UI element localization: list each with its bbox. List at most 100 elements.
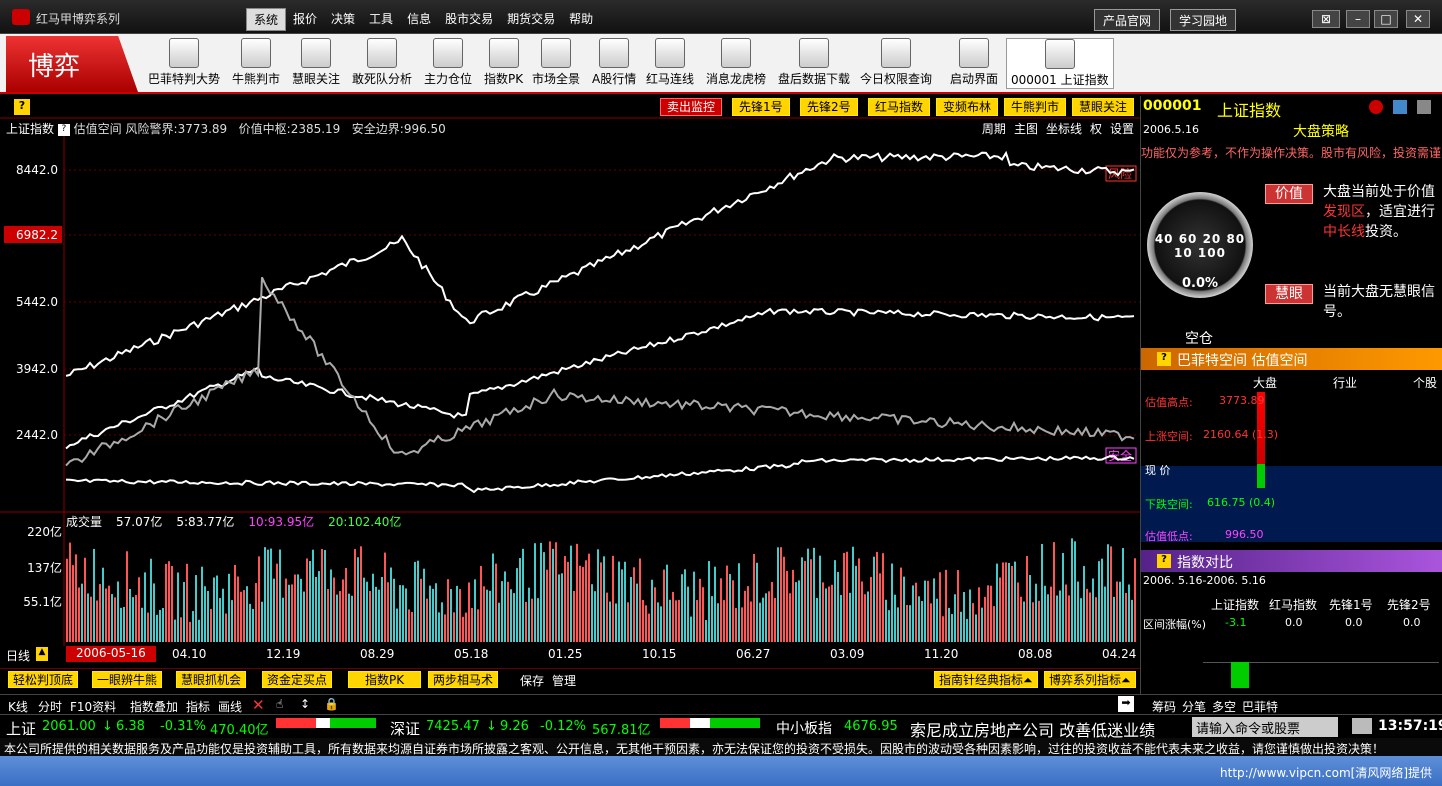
buffett-tab[interactable]: 巴菲特: [1242, 698, 1278, 715]
minimize-icon[interactable]: –: [1346, 10, 1370, 28]
tool-startup[interactable]: 启动界面: [950, 38, 998, 87]
volume-bar: [318, 571, 320, 642]
hand-icon[interactable]: ☝: [276, 697, 283, 711]
axis-menu[interactable]: 坐标线: [1046, 120, 1082, 137]
volume-bar: [510, 589, 512, 642]
menu-decision[interactable]: 决策: [324, 8, 362, 31]
close-icon[interactable]: ✕: [1406, 10, 1430, 28]
longshort-tab[interactable]: 多空: [1212, 698, 1236, 715]
wise-eye-button[interactable]: 慧眼: [1265, 284, 1313, 304]
tool-download[interactable]: 盘后数据下载: [778, 38, 850, 87]
ticks-tab[interactable]: 分笔: [1182, 698, 1206, 715]
volume-bar: [756, 562, 758, 642]
volume-bar: [1053, 542, 1055, 642]
tool-index-pk[interactable]: 指数PK: [484, 38, 523, 87]
tool-news-ranking[interactable]: 消息龙虎榜: [706, 38, 766, 87]
command-input[interactable]: 请输入命令或股票: [1192, 717, 1338, 737]
volume-bar: [942, 616, 944, 642]
volume-bar: [1047, 594, 1049, 642]
volume-bar: [669, 599, 671, 642]
compass-indicators-button[interactable]: 指南针经典指标⏶: [934, 671, 1038, 688]
tool-bullbear[interactable]: 牛熊判市: [232, 38, 280, 87]
volume-bar: [822, 582, 824, 642]
volume-bar: [687, 586, 689, 642]
judge-top-bottom-button[interactable]: 轻松判顶底: [8, 671, 79, 688]
volume-bar: [858, 558, 860, 642]
menu-quote[interactable]: 报价: [286, 8, 324, 31]
bullbear-button[interactable]: 牛熊判市: [1004, 98, 1067, 116]
pioneer1-button[interactable]: 先锋1号: [732, 98, 790, 116]
volume-bar: [657, 602, 659, 642]
pioneer2-button[interactable]: 先锋2号: [800, 98, 858, 116]
chips-tab[interactable]: 筹码: [1152, 698, 1176, 715]
save-link[interactable]: 保存: [520, 672, 544, 689]
tool-main-position[interactable]: 主力仓位: [424, 38, 472, 87]
lock-icon[interactable]: 🔒: [324, 697, 339, 711]
tool-sh-index[interactable]: 000001 上证指数: [1006, 38, 1114, 89]
main-chart-menu[interactable]: 主图: [1014, 120, 1038, 137]
kline-tab[interactable]: K线: [8, 698, 28, 715]
volume-bar: [1065, 584, 1067, 642]
volume-bar: [660, 606, 662, 642]
period-label[interactable]: 日线: [6, 647, 30, 664]
volume-bar: [999, 577, 1001, 642]
catch-chance-button[interactable]: 慧眼抓机会: [176, 671, 247, 688]
tool-market-view[interactable]: 市场全景: [532, 38, 580, 87]
tool-wiseeye[interactable]: 慧眼关注: [292, 38, 340, 87]
tool-buffett[interactable]: 巴菲特判大势: [148, 38, 220, 87]
hongma-index-button[interactable]: 红马指数: [868, 98, 931, 116]
expand-icon[interactable]: ➡: [1118, 696, 1134, 712]
bollinger-button[interactable]: 变频布林: [936, 98, 999, 116]
position-icon: [433, 38, 463, 68]
fund-buy-point-button[interactable]: 资金定买点: [262, 671, 333, 688]
draw-line-tab[interactable]: 画线: [218, 698, 242, 715]
menu-stock-trade[interactable]: 股市交易: [438, 8, 500, 31]
tools-icon[interactable]: [1417, 100, 1431, 114]
restore-layout-icon[interactable]: ⊠: [1312, 10, 1340, 28]
product-site-button[interactable]: 产品官网: [1094, 9, 1161, 31]
menu-info[interactable]: 信息: [400, 8, 438, 31]
chart-canvas: 8442.05442.03942.02442.06982.2风险安全220亿13…: [0, 117, 1140, 646]
volume-bar: [1008, 563, 1010, 642]
volume-bar: [426, 598, 428, 642]
rights-menu[interactable]: 权: [1090, 120, 1102, 137]
index-pk-button[interactable]: 指数PK: [348, 671, 422, 688]
sell-monitor-button[interactable]: 卖出监控: [660, 98, 723, 116]
tool-permission[interactable]: 今日权限查询: [860, 38, 932, 87]
chart-icon[interactable]: [1393, 100, 1407, 114]
delete-icon[interactable]: ✕: [252, 696, 265, 714]
pk-help-icon[interactable]: ?: [1157, 554, 1171, 568]
volume-bar: [594, 591, 596, 642]
volume-bar: [387, 582, 389, 642]
wiseeye-button[interactable]: 慧眼关注: [1072, 98, 1135, 116]
period-up-icon[interactable]: ▲: [36, 647, 48, 661]
menu-tools[interactable]: 工具: [362, 8, 400, 31]
study-garden-button[interactable]: 学习园地: [1170, 9, 1237, 31]
settings-menu[interactable]: 设置: [1110, 120, 1134, 137]
info-question-icon[interactable]: ?: [57, 123, 70, 136]
move-icon[interactable]: ↕: [300, 697, 310, 711]
menu-futures-trade[interactable]: 期货交易: [500, 8, 562, 31]
game-indicators-button[interactable]: 博弈系列指标⏶: [1044, 671, 1136, 688]
value-button[interactable]: 价值: [1265, 184, 1313, 204]
menu-help[interactable]: 帮助: [562, 8, 600, 31]
two-step-button[interactable]: 两步相马术: [428, 671, 499, 688]
help-icon[interactable]: ?: [14, 99, 30, 115]
buffett-help-icon[interactable]: ?: [1157, 352, 1171, 366]
maximize-icon[interactable]: □: [1374, 10, 1398, 28]
tool-daredevil[interactable]: 敢死队分析: [352, 38, 412, 87]
tool-hongma-link[interactable]: 红马连线: [646, 38, 694, 87]
menu-system[interactable]: 系统: [246, 8, 287, 31]
indicator-tab[interactable]: 指标: [186, 698, 210, 715]
tool-a-shares[interactable]: A股行情: [592, 38, 636, 87]
play-icon[interactable]: [1369, 100, 1383, 114]
volume-bar: [162, 607, 164, 642]
index-overlay-tab[interactable]: 指数叠加: [130, 698, 178, 715]
f10-tab[interactable]: F10资料: [70, 698, 116, 715]
period-menu[interactable]: 周期: [982, 120, 1006, 137]
manage-link[interactable]: 管理: [552, 672, 576, 689]
bull-bear-button[interactable]: 一眼辨牛熊: [92, 671, 163, 688]
volume-bar: [795, 582, 797, 642]
keyboard-icon[interactable]: [1352, 718, 1372, 734]
timeshare-tab[interactable]: 分时: [38, 698, 62, 715]
